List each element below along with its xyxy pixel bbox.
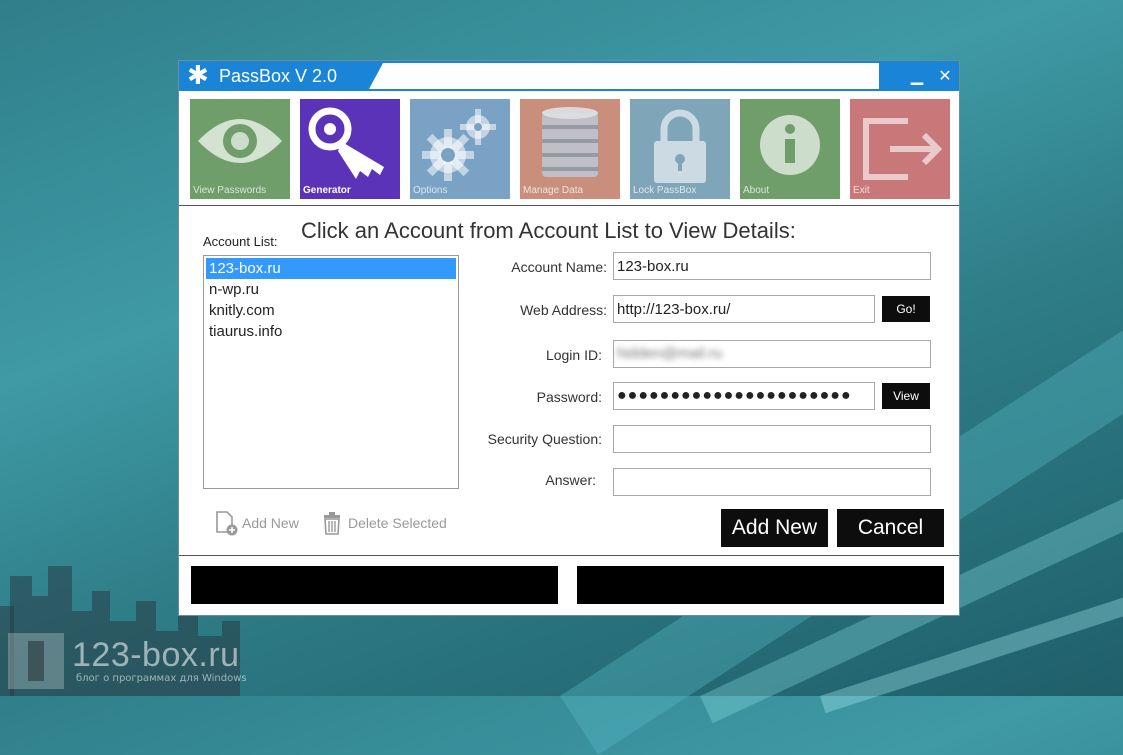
minimize-button[interactable]: ▁ <box>905 64 929 88</box>
lock-icon <box>630 99 730 199</box>
gears-icon <box>410 99 510 199</box>
web-address-field[interactable] <box>613 295 875 323</box>
key-icon <box>300 99 400 199</box>
title-bar[interactable]: ✱ PassBox V 2.0 ▁ ✕ <box>179 61 959 91</box>
watermark-logo-icon <box>8 633 64 689</box>
tile-label: Generator <box>303 185 351 196</box>
tile-generator[interactable]: Generator <box>300 99 400 199</box>
web-address-label: Web Address: <box>520 302 607 318</box>
status-bar-right <box>577 566 944 604</box>
add-new-small-label: Add New <box>242 515 299 531</box>
account-name-field[interactable] <box>613 252 931 280</box>
asterisk-logo-icon: ✱ <box>187 61 209 91</box>
tile-lock-passbox[interactable]: Lock PassBox <box>630 99 730 199</box>
add-new-account-link[interactable]: Add New <box>213 509 299 537</box>
tile-label: View Passwords <box>193 185 267 196</box>
account-list-label: Account List: <box>203 234 278 249</box>
answer-label: Answer: <box>545 472 596 488</box>
login-id-field[interactable]: hidden@mail.ru <box>613 340 931 368</box>
watermark-tagline: блог о программах для Windows <box>76 673 247 684</box>
tile-label: Manage Data <box>523 185 584 196</box>
tile-options[interactable]: Options <box>410 99 510 199</box>
list-item[interactable]: 123-box.ru <box>206 258 456 279</box>
login-id-value: hidden@mail.ru <box>617 345 723 362</box>
page-headline: Click an Account from Account List to Vi… <box>301 218 796 243</box>
close-button[interactable]: ✕ <box>933 64 957 88</box>
password-field[interactable]: ●●●●●●●●●●●●●●●●●●●●●● <box>613 382 875 410</box>
password-label: Password: <box>536 389 602 405</box>
info-icon <box>740 99 840 199</box>
delete-selected-link[interactable]: Delete Selected <box>319 509 447 537</box>
passbox-window: ✱ PassBox V 2.0 ▁ ✕ View Passwords Gener… <box>178 60 960 616</box>
go-button[interactable]: Go! <box>882 296 930 322</box>
tile-label: About <box>743 185 770 196</box>
security-question-field[interactable] <box>613 425 931 453</box>
login-id-label: Login ID: <box>545 347 602 363</box>
delete-selected-label: Delete Selected <box>348 515 447 531</box>
exit-icon <box>850 99 950 199</box>
view-password-button[interactable]: View <box>882 383 930 409</box>
tile-exit[interactable]: Exit <box>850 99 950 199</box>
tile-label: Lock PassBox <box>633 185 697 196</box>
window-title: PassBox V 2.0 <box>219 66 338 86</box>
add-new-button[interactable]: Add New <box>721 509 828 547</box>
site-watermark: 123-box.ru блог о программах для Windows <box>8 632 247 690</box>
list-item[interactable]: knitly.com <box>206 300 456 321</box>
status-bar-left <box>191 566 558 604</box>
answer-field[interactable] <box>613 468 931 496</box>
list-item[interactable]: n-wp.ru <box>206 279 456 300</box>
security-question-label: Security Question: <box>487 431 602 447</box>
eye-icon <box>190 99 290 199</box>
cancel-button[interactable]: Cancel <box>837 509 944 547</box>
trash-icon <box>324 512 340 535</box>
top-divider <box>179 205 959 206</box>
add-file-icon <box>216 511 238 536</box>
tile-manage-data[interactable]: Manage Data <box>520 99 620 199</box>
title-bar-tab <box>369 63 879 89</box>
list-item[interactable]: tiaurus.info <box>206 321 456 342</box>
tile-view-passwords[interactable]: View Passwords <box>190 99 290 199</box>
tile-label: Exit <box>853 185 870 196</box>
database-icon <box>520 99 620 199</box>
account-list[interactable]: 123-box.ru n-wp.ru knitly.com tiaurus.in… <box>203 255 459 489</box>
tile-label: Options <box>413 185 448 196</box>
bottom-divider <box>179 555 959 556</box>
account-name-label: Account Name: <box>511 259 607 275</box>
tile-about[interactable]: About <box>740 99 840 199</box>
watermark-brand: 123-box.ru <box>72 636 240 674</box>
